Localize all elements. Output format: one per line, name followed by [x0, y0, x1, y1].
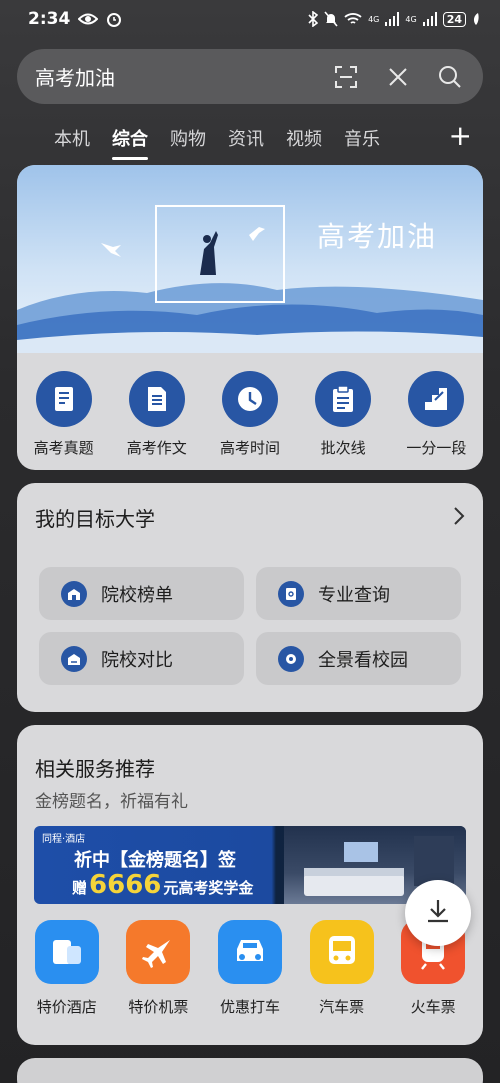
grid-item-label: 专业查询 [318, 584, 390, 606]
exam-banner[interactable]: 高考加油 [17, 165, 483, 353]
bus-icon [309, 920, 374, 984]
hotel-icon [34, 920, 99, 984]
panorama-icon [278, 645, 304, 672]
network-type-2: 4G [405, 14, 417, 24]
search-icon[interactable] [435, 62, 465, 92]
service-bus[interactable]: 汽车票 [299, 920, 385, 1017]
exam-shortcuts: 高考真题 高考作文 高考时间 批次线 一分一段 [17, 353, 483, 458]
panorama-campus-button[interactable]: 全景看校园 [256, 632, 461, 685]
ad-brand: 同程·酒店 [42, 834, 86, 845]
tab-local[interactable]: 本机 [54, 122, 90, 154]
school-ranking-button[interactable]: 院校榜单 [39, 567, 244, 620]
ad-offer-suffix: 元高考奖学金 [163, 879, 254, 897]
shortcut-label: 高考作文 [126, 439, 187, 457]
target-grid: 院校榜单 专业查询 院校对比 全景看校园 [39, 567, 461, 685]
school-rank-icon [61, 580, 87, 607]
grid-item-label: 院校对比 [101, 649, 173, 671]
major-search-icon [278, 580, 304, 607]
service-taxi[interactable]: 优惠打车 [207, 920, 293, 1017]
battery-level: 24 [442, 11, 466, 27]
category-tabs: 本机 综合 购物 资讯 视频 音乐 + [0, 118, 500, 160]
add-tab-icon[interactable]: + [449, 122, 472, 150]
target-header[interactable]: 我的目标大学 [17, 483, 483, 532]
car-icon [217, 920, 282, 984]
book-icon [35, 371, 92, 427]
shortcut-exam-time[interactable]: 高考时间 [206, 371, 294, 458]
alarm-icon [106, 11, 122, 27]
status-bar: 2:34 4G 4G 24 [0, 0, 500, 38]
clipboard-icon [315, 371, 372, 427]
tab-shopping[interactable]: 购物 [170, 122, 206, 154]
next-card-peek [17, 1058, 483, 1083]
ad-offer-prefix: 赠 [72, 879, 88, 897]
shortcut-batch-line[interactable]: 批次线 [299, 371, 387, 458]
school-compare-button[interactable]: 院校对比 [39, 632, 244, 685]
services-card: 相关服务推荐 金榜题名，祈福有礼 同程·酒店 祈中【金榜题名】签 赠 6666 … [17, 725, 483, 1045]
download-icon [424, 897, 452, 929]
clock-icon [221, 371, 278, 427]
shortcut-label: 高考时间 [219, 439, 280, 457]
service-label: 特价机票 [128, 998, 189, 1016]
service-label: 特价酒店 [36, 998, 97, 1016]
tab-music[interactable]: 音乐 [344, 122, 380, 154]
target-title: 我的目标大学 [35, 507, 155, 531]
service-flight[interactable]: 特价机票 [115, 920, 201, 1017]
wifi-icon [344, 12, 362, 26]
exam-card: 高考加油 高考真题 高考作文 高考时间 批次线 一分一段 [17, 165, 483, 470]
eye-icon [78, 12, 99, 26]
grid-item-label: 全景看校园 [318, 649, 408, 671]
mute-icon [324, 11, 338, 27]
status-time: 2:34 [28, 9, 71, 29]
leaf-icon [472, 12, 480, 26]
tab-comprehensive[interactable]: 综合 [112, 122, 148, 160]
ad-headline: 祈中【金榜题名】签 [74, 850, 236, 871]
banner-title: 高考加油 [317, 220, 438, 253]
service-label: 优惠打车 [219, 998, 280, 1016]
target-university-card: 我的目标大学 院校榜单 专业查询 院校对比 全景看校园 [17, 483, 483, 712]
shortcut-essay[interactable]: 高考作文 [113, 371, 201, 458]
service-label: 汽车票 [319, 998, 365, 1016]
bluetooth-icon [308, 11, 319, 27]
tab-video[interactable]: 视频 [286, 122, 322, 154]
hotel-ad-banner[interactable]: 同程·酒店 祈中【金榜题名】签 赠 6666 元高考奖学金 [34, 826, 466, 904]
major-search-button[interactable]: 专业查询 [256, 567, 461, 620]
compare-icon [61, 645, 87, 672]
ad-offer-amount: 6666 [89, 870, 162, 900]
shortcut-past-papers[interactable]: 高考真题 [20, 371, 108, 458]
stairs-icon [408, 371, 465, 427]
chevron-right-icon[interactable] [453, 506, 465, 530]
clear-icon[interactable] [383, 62, 413, 92]
banner-illustration [17, 205, 483, 353]
service-label: 火车票 [410, 998, 456, 1016]
service-hotel[interactable]: 特价酒店 [24, 920, 110, 1017]
services-title: 相关服务推荐 [35, 757, 155, 781]
network-type-1: 4G [368, 14, 380, 24]
shortcut-label: 高考真题 [33, 439, 94, 457]
shortcut-score-rank[interactable]: 一分一段 [392, 371, 480, 458]
plane-icon [126, 920, 191, 984]
scan-icon[interactable] [331, 62, 361, 92]
services-subtitle: 金榜题名，祈福有礼 [35, 792, 188, 812]
signal-icon [385, 12, 400, 26]
search-input[interactable]: 高考加油 [35, 62, 309, 91]
tab-news[interactable]: 资讯 [228, 122, 264, 154]
shortcut-label: 一分一段 [406, 439, 467, 457]
search-bar[interactable]: 高考加油 [17, 49, 483, 104]
grid-item-label: 院校榜单 [101, 584, 173, 606]
signal-icon [422, 12, 437, 26]
shortcut-label: 批次线 [320, 439, 366, 457]
ad-offer: 赠 6666 元高考奖学金 [72, 870, 253, 900]
download-button[interactable] [405, 880, 471, 946]
document-icon [128, 371, 185, 427]
